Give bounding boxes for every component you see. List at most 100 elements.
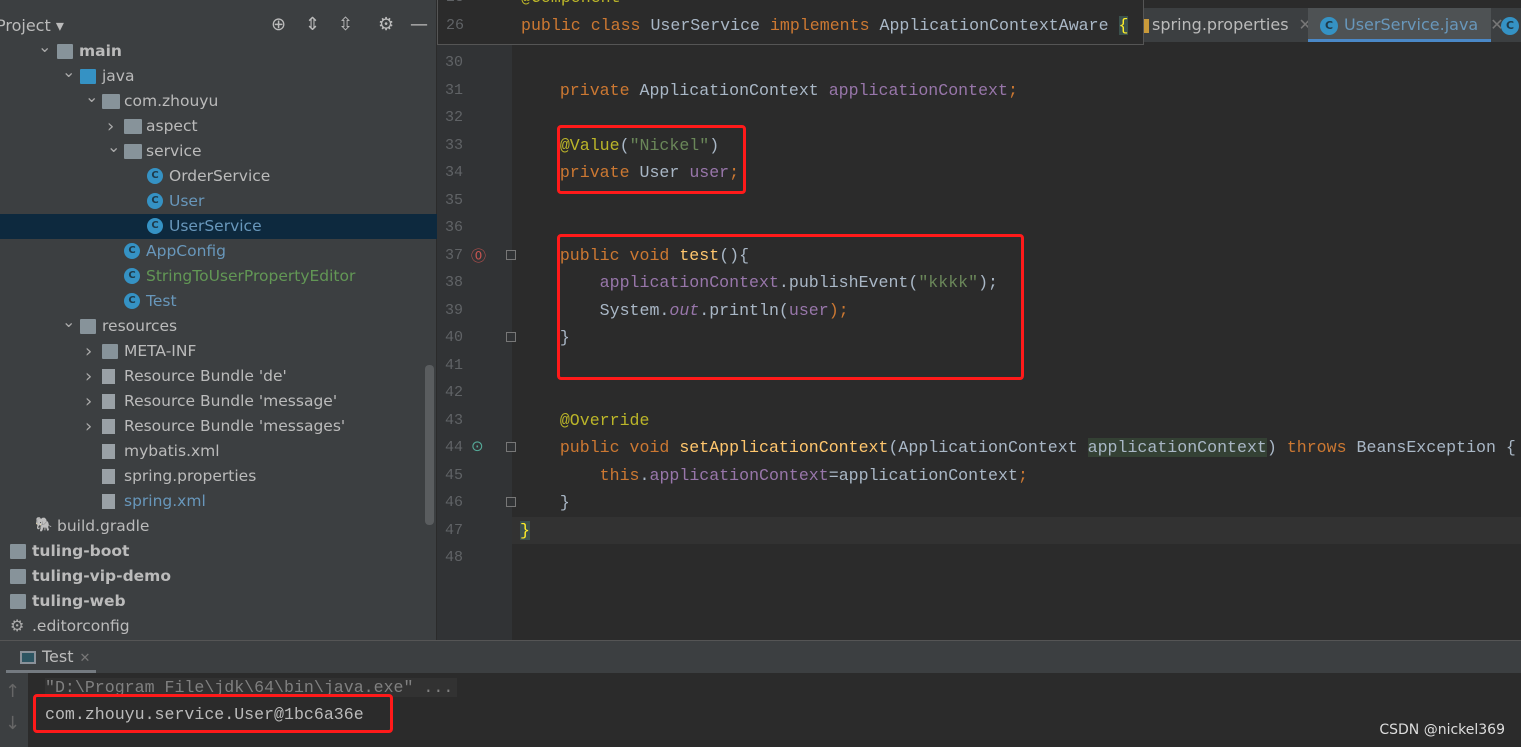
line-number: 42	[444, 384, 463, 401]
folder-icon	[102, 344, 118, 359]
tree-item[interactable]: C UserService	[0, 214, 437, 239]
tree-item-label: aspect	[146, 117, 198, 135]
code-token: @Override	[559, 411, 650, 430]
code-line: }	[520, 517, 530, 544]
chevron-right-icon[interactable]: ›	[85, 339, 92, 364]
tree-item[interactable]: mybatis.xml	[0, 439, 437, 464]
tree-item[interactable]: › Resource Bundle 'de'	[0, 364, 437, 389]
fold-marker-icon[interactable]	[506, 250, 516, 260]
chevron-down-icon[interactable]: ⌄	[85, 84, 98, 109]
code-token: BeansException {	[1356, 438, 1516, 457]
tree-item[interactable]: spring.xml	[0, 489, 437, 514]
tree-item[interactable]: C StringToUserPropertyEditor	[0, 264, 437, 289]
tree-item[interactable]: 🐘 build.gradle	[0, 514, 437, 539]
tree-item[interactable]: › Resource Bundle 'message'	[0, 389, 437, 414]
tree-item[interactable]: › aspect	[0, 114, 437, 139]
line-number: 33	[444, 137, 463, 154]
tree-item[interactable]: C AppConfig	[0, 239, 437, 264]
tree-item-label: tuling-vip-demo	[32, 567, 171, 585]
tree-item[interactable]: C User	[0, 189, 437, 214]
code-token: applicationContext	[828, 81, 1008, 100]
code-token: applicationContext	[649, 466, 829, 485]
watermark: CSDN @nickel369	[1379, 722, 1505, 738]
line-number: 38	[444, 274, 463, 291]
file-icon	[102, 469, 115, 484]
line-number: 31	[444, 82, 463, 99]
tree-item-label: java	[102, 67, 135, 85]
tree-item[interactable]: ⚙ .editorconfig	[0, 614, 437, 639]
chevron-down-icon[interactable]: ⌄	[107, 134, 120, 159]
close-icon[interactable]: ✕	[80, 651, 91, 666]
tree-item[interactable]: › Resource Bundle 'messages'	[0, 414, 437, 439]
code-token: throws	[1286, 438, 1357, 457]
fold-marker-icon[interactable]	[506, 497, 516, 507]
fold-marker-icon[interactable]	[506, 332, 516, 342]
project-panel-header: Project ▾ ⊕ ⇕ ⇳ ⚙ —	[0, 8, 437, 42]
code-token: ;	[1017, 466, 1028, 485]
tree-item-label: spring.properties	[124, 467, 257, 485]
line-number: 26	[445, 17, 464, 34]
tab-next[interactable]: C	[1501, 8, 1521, 42]
tree-item[interactable]: tuling-boot	[0, 539, 437, 564]
arrow-up-icon[interactable]: ↑	[5, 681, 20, 702]
tree-scrollbar[interactable]	[425, 365, 434, 525]
chevron-down-icon[interactable]: ⌄	[62, 309, 75, 334]
line-number: 30	[444, 54, 463, 71]
line-number: 45	[444, 467, 463, 484]
code-line: private ApplicationContext applicationCo…	[520, 77, 1018, 104]
chevron-right-icon[interactable]: ›	[85, 364, 92, 389]
tree-item[interactable]: › META-INF	[0, 339, 437, 364]
tree-item[interactable]: spring.properties	[0, 464, 437, 489]
package-icon	[124, 144, 142, 159]
tab-spring-properties[interactable]: spring.properties ✕	[1141, 8, 1312, 42]
tree-item[interactable]: ⌄ service	[0, 137, 437, 164]
gradle-icon: 🐘	[35, 517, 53, 533]
implements-icon[interactable]: ⊙	[471, 437, 484, 455]
code-token: .	[639, 466, 650, 485]
project-view-selector[interactable]: Project ▾	[0, 16, 64, 35]
chevron-down-icon[interactable]: ⌄	[38, 34, 51, 59]
fold-marker-icon[interactable]	[506, 442, 516, 452]
project-panel: Project ▾ ⊕ ⇕ ⇳ ⚙ — ⌄ main ⌄ java ⌄ com.zhouy…	[0, 0, 437, 640]
code-token: }	[520, 493, 570, 512]
code-token: )	[1266, 438, 1287, 457]
tree-item[interactable]: ⌄ com.zhouyu	[0, 87, 437, 114]
breakpoint-icon[interactable]: ⓪	[471, 245, 486, 266]
target-icon[interactable]: ⊕	[271, 14, 286, 35]
line-number: 37	[444, 247, 463, 264]
run-panel: Test ✕ ↑ ↓ "D:\Program File\jdk\64\bin\ja…	[0, 640, 1521, 747]
package-icon	[102, 94, 120, 109]
tree-item[interactable]: C OrderService	[0, 164, 437, 189]
code-token: implements	[769, 16, 880, 35]
file-icon	[102, 494, 115, 509]
collapse-all-icon[interactable]: ⇳	[338, 14, 353, 35]
code-line: @Override	[520, 407, 650, 434]
tree-item[interactable]: tuling-vip-demo	[0, 564, 437, 589]
chevron-right-icon[interactable]: ›	[85, 389, 92, 414]
tree-item[interactable]: ⌄ resources	[0, 312, 437, 339]
tree-item-label: resources	[102, 317, 178, 335]
chevron-right-icon[interactable]: ›	[85, 414, 92, 439]
tree-item-label: OrderService	[169, 167, 271, 185]
tree-item-label: tuling-web	[32, 592, 126, 610]
sticky-header-lines: 25 @Component 26 public class UserService i…	[437, 0, 1144, 45]
expand-all-icon[interactable]: ⇕	[305, 14, 320, 35]
gear-icon[interactable]: ⚙	[378, 14, 394, 35]
arrow-down-icon[interactable]: ↓	[5, 713, 20, 734]
tree-item-label: Resource Bundle 'message'	[124, 392, 338, 410]
code-line: @Component	[521, 0, 621, 11]
minimize-icon[interactable]: —	[410, 14, 428, 35]
code-token: {	[1118, 16, 1129, 35]
class-icon: C	[1320, 16, 1338, 35]
line-number: 48	[444, 549, 463, 566]
folder-icon	[10, 594, 26, 609]
tree-item[interactable]: ⌄ java	[0, 62, 437, 89]
tab-run-test[interactable]: Test ✕	[6, 641, 96, 673]
tab-userservice-java[interactable]: C UserService.java ✕	[1308, 8, 1504, 42]
settings-file-icon: ⚙	[10, 616, 25, 635]
chevron-down-icon[interactable]: ⌄	[62, 59, 75, 84]
highlight-box-field	[557, 125, 746, 194]
tree-item[interactable]: tuling-web	[0, 589, 437, 614]
